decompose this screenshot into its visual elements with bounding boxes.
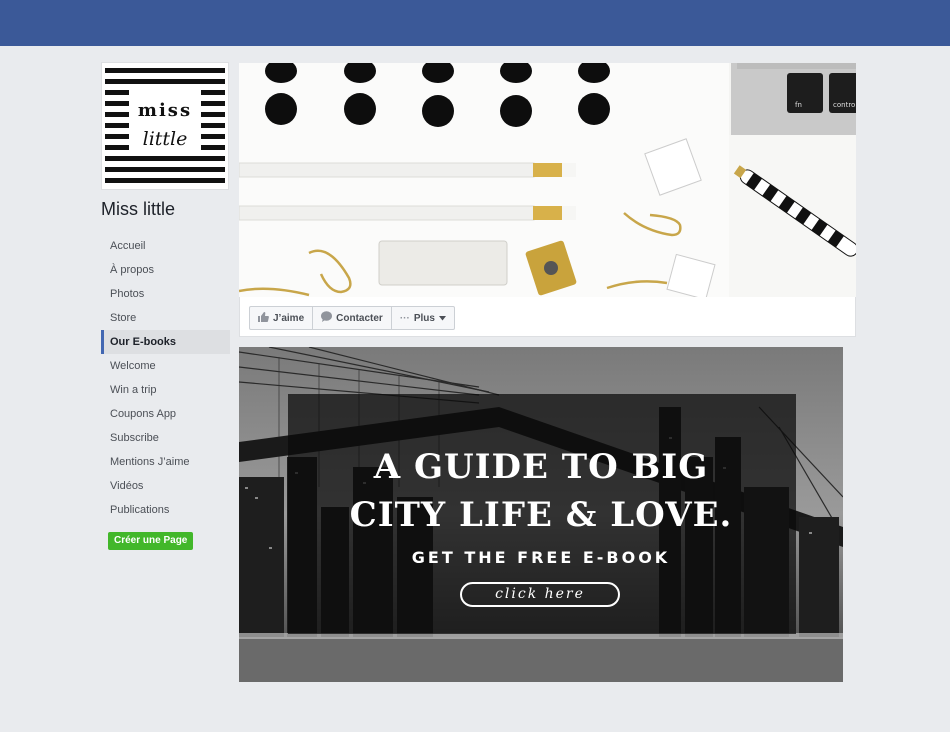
action-button-group: J’aime Contacter ··· Plus <box>249 306 455 330</box>
ebook-promo-banner[interactable]: A GUIDE TO BIG CITY LIFE & LOVE. GET THE… <box>239 347 843 682</box>
sidebar-item-propos[interactable]: À propos <box>101 258 230 282</box>
promo-headline-line1: A GUIDE TO BIG <box>373 447 709 487</box>
like-button-label: J’aime <box>273 312 305 324</box>
more-button-label: Plus <box>413 312 435 324</box>
sidebar-item-store[interactable]: Store <box>101 306 230 330</box>
chevron-down-icon <box>438 313 446 324</box>
page-profile-picture[interactable]: miss little <box>101 62 229 190</box>
messenger-icon <box>321 311 333 325</box>
key-fn-label: fn <box>795 101 802 109</box>
sidebar-item-win-a-trip[interactable]: Win a trip <box>101 378 230 402</box>
contact-button[interactable]: Contacter <box>313 307 392 329</box>
page-title[interactable]: Miss little <box>101 199 175 220</box>
contact-button-label: Contacter <box>336 312 383 324</box>
top-navigation-bar <box>0 0 950 46</box>
create-page-button[interactable]: Créer une Page <box>108 532 194 550</box>
logo-text-line2: little <box>143 128 188 150</box>
sidebar-item-subscribe[interactable]: Subscribe <box>101 426 230 450</box>
thumbs-up-icon <box>258 311 269 325</box>
more-dots-icon: ··· <box>399 312 410 324</box>
click-here-button[interactable]: click here <box>460 582 620 607</box>
key-control-label: control <box>833 101 856 109</box>
page-sidebar-nav: Accueil À propos Photos Store Our E-books Wel… <box>101 234 230 522</box>
cover-photo-image: fn control <box>239 63 856 297</box>
miss-little-logo: miss little <box>105 66 225 186</box>
page-action-bar: J’aime Contacter ··· Plus <box>239 297 856 337</box>
sidebar-item-photos[interactable]: Photos <box>101 282 230 306</box>
promo-subheadline: GET THE FREE E-BOOK <box>411 548 671 567</box>
like-button[interactable]: J’aime <box>250 307 314 329</box>
sidebar-item-vid-os[interactable]: Vidéos <box>101 474 230 498</box>
sidebar-item-our-e-books[interactable]: Our E-books <box>101 330 230 354</box>
promo-headline-line2: CITY LIFE & LOVE. <box>349 495 733 535</box>
logo-text-line1: miss <box>138 100 192 121</box>
sidebar-item-mentions-j-aime[interactable]: Mentions J’aime <box>101 450 230 474</box>
sidebar-item-publications[interactable]: Publications <box>101 498 230 522</box>
sidebar-item-coupons-app[interactable]: Coupons App <box>101 402 230 426</box>
cover-photo[interactable]: fn control <box>239 63 856 297</box>
sidebar-item-accueil[interactable]: Accueil <box>101 234 230 258</box>
sidebar-item-welcome[interactable]: Welcome <box>101 354 230 378</box>
more-button[interactable]: ··· Plus <box>392 307 454 329</box>
